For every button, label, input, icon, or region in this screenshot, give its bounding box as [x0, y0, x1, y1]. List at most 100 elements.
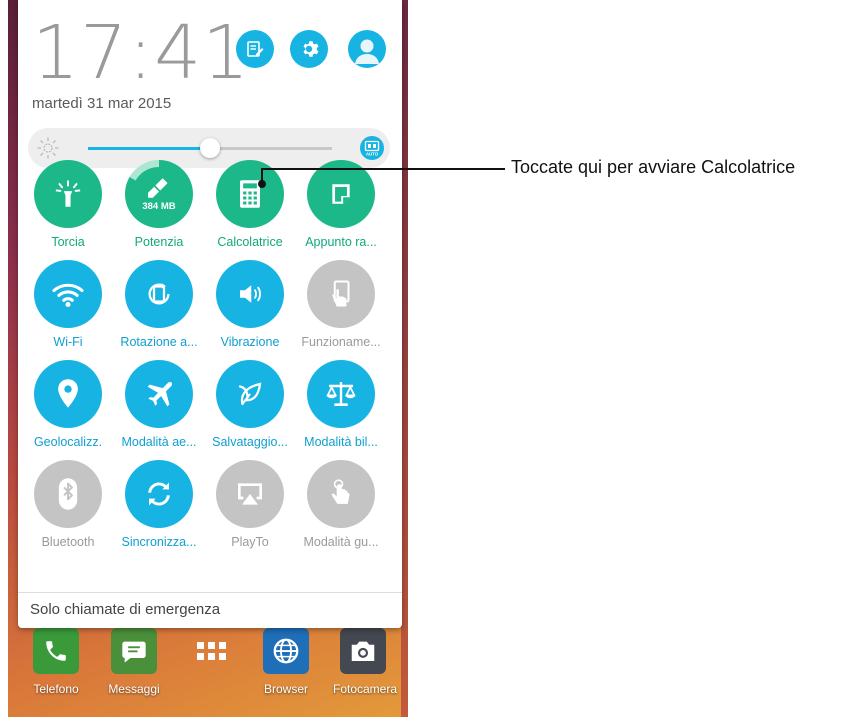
tile-label: Torcia — [51, 235, 85, 249]
memory-badge: 384 MB — [142, 200, 176, 212]
vibration-icon — [235, 279, 265, 309]
tile-label: Modalità gu... — [303, 535, 379, 549]
tile-balance[interactable]: Modalità bil... — [295, 360, 387, 449]
tile-label: PlayTo — [231, 535, 269, 549]
one-hand-icon — [326, 279, 356, 309]
callout-dot — [258, 180, 266, 188]
tile-quick-memo[interactable]: Appunto ra... — [295, 160, 387, 249]
brightness-thumb[interactable] — [200, 138, 220, 158]
dock-item-phone[interactable]: Telefono — [26, 628, 86, 696]
date: martedì 31 mar 2015 — [32, 95, 172, 112]
tile-label: Geolocalizz. — [33, 435, 103, 449]
boost-icon — [144, 177, 174, 199]
tile-flashlight[interactable]: Torcia — [22, 160, 114, 249]
brightness-track[interactable] — [88, 138, 332, 158]
tile-sync[interactable]: Sincronizza... — [113, 460, 205, 549]
tile-label: Modalità bil... — [304, 435, 378, 449]
messages-icon — [111, 628, 157, 674]
app-drawer-icon — [189, 628, 235, 674]
tile-button[interactable] — [34, 260, 102, 328]
auto-brightness-button[interactable]: AUTO — [360, 136, 384, 160]
airplane-icon — [143, 378, 175, 410]
callout-line — [261, 168, 505, 170]
tile-button[interactable]: 384 MB — [125, 160, 193, 228]
tile-label: Calcolatrice — [217, 235, 283, 249]
tile-button[interactable] — [34, 160, 102, 228]
tile-rotation[interactable]: Rotazione a... — [113, 260, 205, 349]
tile-calculator[interactable]: Calcolatrice — [204, 160, 296, 249]
tile-label: Salvataggio... — [212, 435, 288, 449]
camera-icon — [340, 628, 386, 674]
dock-item-browser[interactable]: Browser — [256, 628, 316, 696]
tile-bluetooth[interactable]: Bluetooth — [22, 460, 114, 549]
bluetooth-icon — [54, 477, 82, 511]
tile-button[interactable] — [125, 260, 193, 328]
tile-button[interactable] — [216, 160, 284, 228]
tile-power-saving[interactable]: Salvataggio... — [204, 360, 296, 449]
tile-vibration[interactable]: Vibrazione — [204, 260, 296, 349]
tile-button[interactable] — [307, 360, 375, 428]
tile-label: Modalità ae... — [121, 435, 197, 449]
tile-airplane[interactable]: Modalità ae... — [113, 360, 205, 449]
tile-label: Wi-Fi — [53, 335, 83, 349]
tile-button[interactable] — [216, 460, 284, 528]
tile-label: Appunto ra... — [305, 235, 377, 249]
tile-button[interactable] — [307, 160, 375, 228]
tile-one-hand[interactable]: Funzioname... — [295, 260, 387, 349]
tile-button[interactable] — [125, 360, 193, 428]
glove-mode-icon — [326, 478, 356, 510]
tile-button[interactable] — [216, 260, 284, 328]
auto-label: AUTO — [366, 152, 379, 157]
dock-label: Telefono — [33, 682, 79, 696]
tile-button[interactable] — [307, 460, 375, 528]
tile-label: Vibrazione — [220, 335, 280, 349]
flashlight-icon — [51, 177, 85, 211]
settings-icon — [303, 41, 319, 57]
avatar-icon — [355, 39, 379, 64]
dock-label: Browser — [263, 682, 308, 696]
playto-icon — [234, 479, 266, 509]
tile-playto[interactable]: PlayTo — [204, 460, 296, 549]
emergency-calls-only: Solo chiamate di emergenza — [30, 601, 221, 618]
phone-edge — [401, 0, 408, 717]
tile-wifi[interactable]: Wi-Fi — [22, 260, 114, 349]
tile-label: Potenzia — [134, 235, 184, 249]
dock: Telefono Messaggi Browser Fotocamera — [8, 620, 408, 717]
power-saving-icon — [235, 379, 265, 409]
user-avatar-button[interactable] — [348, 30, 386, 68]
wifi-icon — [51, 280, 85, 308]
phone-icon — [33, 628, 79, 674]
dock-item-app-drawer[interactable] — [182, 628, 242, 682]
tile-label: Rotazione a... — [120, 335, 198, 349]
location-icon — [55, 378, 81, 410]
edit-icon — [247, 41, 264, 57]
tile-button[interactable] — [216, 360, 284, 428]
edit-button[interactable] — [236, 30, 274, 68]
boost-inner: 384 MB — [132, 167, 186, 221]
sync-icon — [143, 478, 175, 510]
auto-brightness-icon: AUTO — [364, 140, 380, 157]
clock: 17:41 — [32, 10, 251, 96]
divider — [18, 592, 402, 593]
tile-button[interactable] — [125, 460, 193, 528]
dock-label: Fotocamera — [333, 682, 398, 696]
tile-label: Sincronizza... — [121, 535, 197, 549]
rotation-icon — [144, 279, 174, 309]
brightness-sun-icon — [36, 136, 60, 160]
quick-memo-icon — [328, 181, 354, 207]
dock-item-messages[interactable]: Messaggi — [104, 628, 164, 696]
settings-button[interactable] — [290, 30, 328, 68]
tile-boost[interactable]: 384 MB Potenzia — [113, 160, 205, 249]
tile-button[interactable] — [34, 460, 102, 528]
browser-icon — [263, 628, 309, 674]
tile-button[interactable] — [34, 360, 102, 428]
quick-settings-panel: 17:41 martedì 31 mar 2015 AUTO Torcia 384… — [18, 0, 402, 628]
dock-label: Messaggi — [108, 682, 160, 696]
balance-icon — [325, 379, 357, 409]
tile-button[interactable] — [307, 260, 375, 328]
brightness-fill — [88, 147, 210, 150]
tile-label: Bluetooth — [41, 535, 95, 549]
tile-location[interactable]: Geolocalizz. — [22, 360, 114, 449]
tile-glove-mode[interactable]: Modalità gu... — [295, 460, 387, 549]
dock-item-camera[interactable]: Fotocamera — [333, 628, 398, 696]
